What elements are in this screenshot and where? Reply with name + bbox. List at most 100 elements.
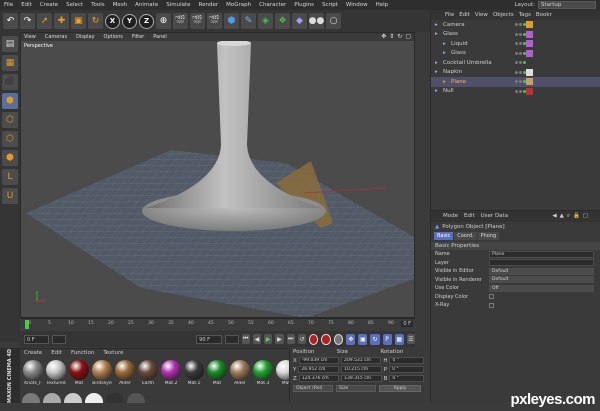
editor-visibility-dot[interactable] bbox=[515, 80, 518, 84]
viewport-menu-display[interactable]: Display bbox=[76, 34, 94, 40]
menu-select[interactable]: Select bbox=[66, 2, 83, 8]
render-settings-icon[interactable]: 🎬 bbox=[190, 13, 205, 29]
back-icon[interactable]: ◀ bbox=[552, 213, 556, 220]
property-value[interactable]: Off bbox=[489, 284, 594, 292]
position-key-icon[interactable]: ✥ bbox=[346, 333, 356, 345]
prev-frame-icon[interactable]: ◀ bbox=[252, 334, 262, 344]
property-checkbox[interactable] bbox=[489, 302, 494, 308]
pen-icon[interactable]: ✎ bbox=[241, 13, 256, 29]
objects-menu-objects[interactable]: Objects bbox=[493, 12, 514, 18]
visibility-dots[interactable] bbox=[515, 61, 526, 65]
object-row[interactable]: ▸ Camera bbox=[431, 20, 600, 30]
viewport-menu-filter[interactable]: Filter bbox=[132, 34, 144, 40]
render-visibility-dot[interactable] bbox=[519, 23, 522, 27]
visibility-dots[interactable] bbox=[515, 80, 526, 84]
tab-coord[interactable]: Coord. bbox=[454, 232, 477, 240]
apply-button[interactable]: Apply bbox=[379, 385, 421, 392]
preview-end-field[interactable] bbox=[224, 334, 239, 344]
material-item[interactable]: Birdseye bbox=[91, 360, 113, 386]
render-view-icon[interactable]: 🎬 bbox=[173, 13, 188, 29]
object-row[interactable]: ▸ Plane bbox=[431, 77, 600, 87]
material-tag-icon[interactable] bbox=[526, 78, 533, 86]
editor-visibility-dot[interactable] bbox=[515, 23, 518, 27]
material-item[interactable]: Mat.2 bbox=[160, 360, 182, 386]
object-mode-icon[interactable]: ⬢ bbox=[2, 93, 18, 109]
editor-visibility-dot[interactable] bbox=[515, 32, 518, 36]
object-name[interactable]: Glass bbox=[443, 31, 458, 37]
param-key-icon[interactable]: P bbox=[382, 333, 392, 345]
object-row[interactable]: ▸ Napkin bbox=[431, 68, 600, 78]
viewport-move-icon[interactable]: ✥ bbox=[381, 33, 386, 40]
subdivision-icon[interactable]: ◈ bbox=[258, 13, 273, 29]
z-axis-icon[interactable]: Z bbox=[139, 13, 154, 29]
visibility-dots[interactable] bbox=[515, 70, 526, 74]
object-name[interactable]: Napkin bbox=[443, 69, 462, 75]
object-row[interactable]: ▸ Cocktail Umbrella bbox=[431, 58, 600, 68]
undo-icon[interactable]: ↶ bbox=[3, 13, 18, 29]
material-item[interactable]: Textured bbox=[45, 360, 67, 386]
editor-visibility-dot[interactable] bbox=[515, 42, 518, 46]
property-checkbox[interactable] bbox=[489, 294, 494, 300]
material-menu-texture[interactable]: Texture bbox=[103, 350, 123, 356]
goto-end-icon[interactable]: ⏭ bbox=[286, 334, 295, 344]
timeline-ruler[interactable]: 0 5 10 15 20 25 30 35 40 45 50 55 60 65 70 75 80 85 90 0 F bbox=[20, 318, 415, 331]
new-window-icon[interactable]: ▢ bbox=[583, 213, 588, 220]
size-mode-select[interactable]: Size bbox=[336, 385, 376, 392]
object-row[interactable]: ▸ Glass bbox=[431, 30, 600, 40]
material-swatch[interactable] bbox=[43, 393, 61, 403]
rotate-icon[interactable]: ↻ bbox=[88, 13, 103, 29]
render-visibility-dot[interactable] bbox=[519, 51, 522, 55]
axis-mode-icon[interactable]: L bbox=[2, 169, 18, 185]
texture-mode-icon[interactable]: ▦ bbox=[2, 55, 18, 71]
camera-icon[interactable]: ●● bbox=[309, 13, 324, 29]
viewport-rotate-icon[interactable]: ↻ bbox=[397, 33, 402, 40]
menu-render[interactable]: Render bbox=[199, 2, 219, 8]
visibility-dots[interactable] bbox=[515, 32, 526, 36]
array-icon[interactable]: ❖ bbox=[275, 13, 290, 29]
make-editable-icon[interactable]: ▤ bbox=[2, 36, 18, 52]
objects-menu-edit[interactable]: Edit bbox=[459, 12, 470, 18]
material-tag-icon[interactable] bbox=[526, 21, 533, 29]
property-value[interactable]: Default bbox=[489, 276, 594, 284]
visibility-dots[interactable] bbox=[515, 51, 526, 55]
cube-icon[interactable]: ⬢ bbox=[224, 13, 239, 29]
menu-character[interactable]: Character bbox=[259, 2, 286, 8]
preview-start-field[interactable] bbox=[52, 334, 67, 344]
menu-simulate[interactable]: Simulate bbox=[166, 2, 190, 8]
material-item[interactable]: Mat bbox=[68, 360, 90, 386]
next-frame-icon[interactable]: ▶ bbox=[275, 334, 284, 344]
object-row[interactable]: ▸ Null bbox=[431, 87, 600, 97]
object-name[interactable]: Glass bbox=[451, 50, 466, 56]
menu-plugins[interactable]: Plugins bbox=[294, 2, 314, 8]
light-icon[interactable]: ○ bbox=[326, 13, 341, 29]
editor-visibility-dot[interactable] bbox=[515, 89, 518, 93]
goto-start-icon[interactable]: ⏮ bbox=[241, 334, 250, 344]
render-visibility-dot[interactable] bbox=[519, 89, 522, 93]
size-x-field[interactable]: 209.531 cm bbox=[341, 357, 382, 364]
material-swatch[interactable] bbox=[127, 393, 145, 403]
material-tag-icon[interactable] bbox=[526, 68, 533, 76]
material-item[interactable]: Mat.1 bbox=[183, 360, 205, 386]
visibility-dots[interactable] bbox=[515, 89, 526, 93]
menu-file[interactable]: File bbox=[4, 2, 13, 8]
material-menu-function[interactable]: Function bbox=[71, 350, 94, 356]
autokey-icon[interactable] bbox=[321, 333, 331, 345]
render-visibility-dot[interactable] bbox=[519, 32, 522, 36]
world-coordinates-icon[interactable]: ⊕ bbox=[156, 13, 171, 29]
rotation-p-field[interactable]: 0 ° bbox=[389, 366, 425, 373]
edge-mode-icon[interactable]: ⬡ bbox=[2, 131, 18, 147]
attributes-menu-edit[interactable]: Edit bbox=[464, 213, 475, 220]
deformer-icon[interactable]: ◆ bbox=[292, 13, 307, 29]
objects-menu-file[interactable]: File bbox=[445, 12, 454, 18]
viewport-menu-view[interactable]: View bbox=[24, 34, 36, 40]
material-tag-icon[interactable] bbox=[526, 30, 533, 38]
material-item[interactable]: Earth bbox=[137, 360, 159, 386]
material-swatch[interactable] bbox=[64, 393, 82, 403]
loop-icon[interactable]: ↺ bbox=[297, 334, 307, 344]
viewport-menu-panel[interactable]: Panel bbox=[153, 34, 167, 40]
viewport-menu-cameras[interactable]: Cameras bbox=[45, 34, 67, 40]
material-item[interactable]: Mat.3 bbox=[252, 360, 274, 386]
search-icon[interactable]: ⌕ bbox=[567, 213, 570, 220]
property-value[interactable] bbox=[489, 259, 594, 267]
y-axis-icon[interactable]: Y bbox=[122, 13, 137, 29]
